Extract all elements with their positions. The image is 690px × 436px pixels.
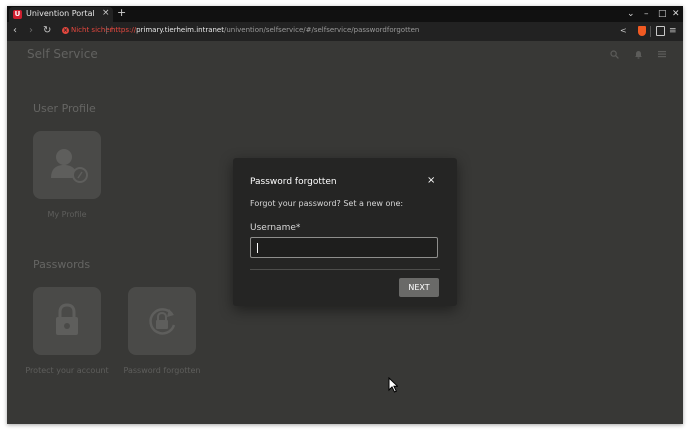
share-icon[interactable]: < <box>620 26 627 35</box>
tile-label-password-forgotten: Password forgotten <box>123 366 201 375</box>
tile-protect-your-account[interactable] <box>33 287 101 355</box>
reload-icon[interactable]: ↻ <box>43 25 51 37</box>
url-path: /univention/selfservice/#/selfservice/pa… <box>223 26 420 34</box>
tab-title: Univention Portal <box>26 9 95 18</box>
tile-password-forgotten[interactable] <box>128 287 196 355</box>
insecure-warning-icon[interactable]: × <box>62 27 69 34</box>
page-title: Self Service <box>27 47 98 61</box>
dialog-title: Password forgotten <box>250 177 337 187</box>
address-bar: ‹ › ↻ × Nicht sicher | https://primary.t… <box>7 22 683 41</box>
username-label: Username* <box>250 223 301 233</box>
dialog-divider <box>250 269 440 270</box>
sidebar-icon[interactable] <box>656 26 665 36</box>
toolbar-divider <box>650 26 651 37</box>
password-forgotten-dialog: Password forgotten × Forgot your passwor… <box>233 158 457 306</box>
tile-my-profile[interactable] <box>33 131 101 199</box>
section-title-user-profile: User Profile <box>33 102 96 115</box>
tab-close-icon[interactable]: × <box>102 8 110 18</box>
brave-shield-icon[interactable] <box>638 26 646 36</box>
search-icon[interactable] <box>610 50 619 59</box>
url-separator: | <box>105 25 108 34</box>
dialog-description: Forgot your password? Set a new one: <box>250 199 404 208</box>
url-field[interactable]: https://primary.tierheim.intranet/univen… <box>111 26 419 34</box>
lock-icon <box>56 303 78 335</box>
menu-icon[interactable] <box>658 50 666 58</box>
browser-tab[interactable]: U Univention Portal × <box>9 7 113 22</box>
browser-window: U Univention Portal × + ⌄ – □ ✕ ‹ › ↻ × … <box>7 6 683 424</box>
next-button[interactable]: NEXT <box>399 278 439 297</box>
forward-icon[interactable]: › <box>29 25 33 37</box>
close-window-icon[interactable]: ✕ <box>672 8 680 20</box>
maximize-icon[interactable]: □ <box>658 8 667 20</box>
tab-search-dropdown-icon[interactable]: ⌄ <box>627 8 635 20</box>
back-icon[interactable]: ‹ <box>13 25 17 37</box>
bell-icon[interactable] <box>634 50 643 59</box>
username-input[interactable] <box>250 237 438 258</box>
text-caret <box>257 243 258 253</box>
tile-label-protect-your-account: Protect your account <box>25 366 109 375</box>
browser-menu-icon[interactable]: ≡ <box>669 25 677 37</box>
section-title-passwords: Passwords <box>33 258 91 271</box>
user-profile-icon <box>51 149 88 183</box>
portal-page: Self Service User Profile My Profile Pas… <box>7 41 683 424</box>
minimize-icon[interactable]: – <box>644 8 649 20</box>
new-tab-icon[interactable]: + <box>117 6 126 19</box>
mouse-cursor-icon <box>388 377 398 393</box>
password-reset-icon <box>149 308 176 335</box>
dialog-close-icon[interactable]: × <box>427 175 435 186</box>
univention-favicon-icon: U <box>13 10 22 19</box>
tab-strip: U Univention Portal × + ⌄ – □ ✕ <box>7 6 683 22</box>
url-host: primary.tierheim.intranet <box>136 26 224 34</box>
url-scheme: https:// <box>111 26 137 34</box>
tile-label-my-profile: My Profile <box>47 210 87 219</box>
